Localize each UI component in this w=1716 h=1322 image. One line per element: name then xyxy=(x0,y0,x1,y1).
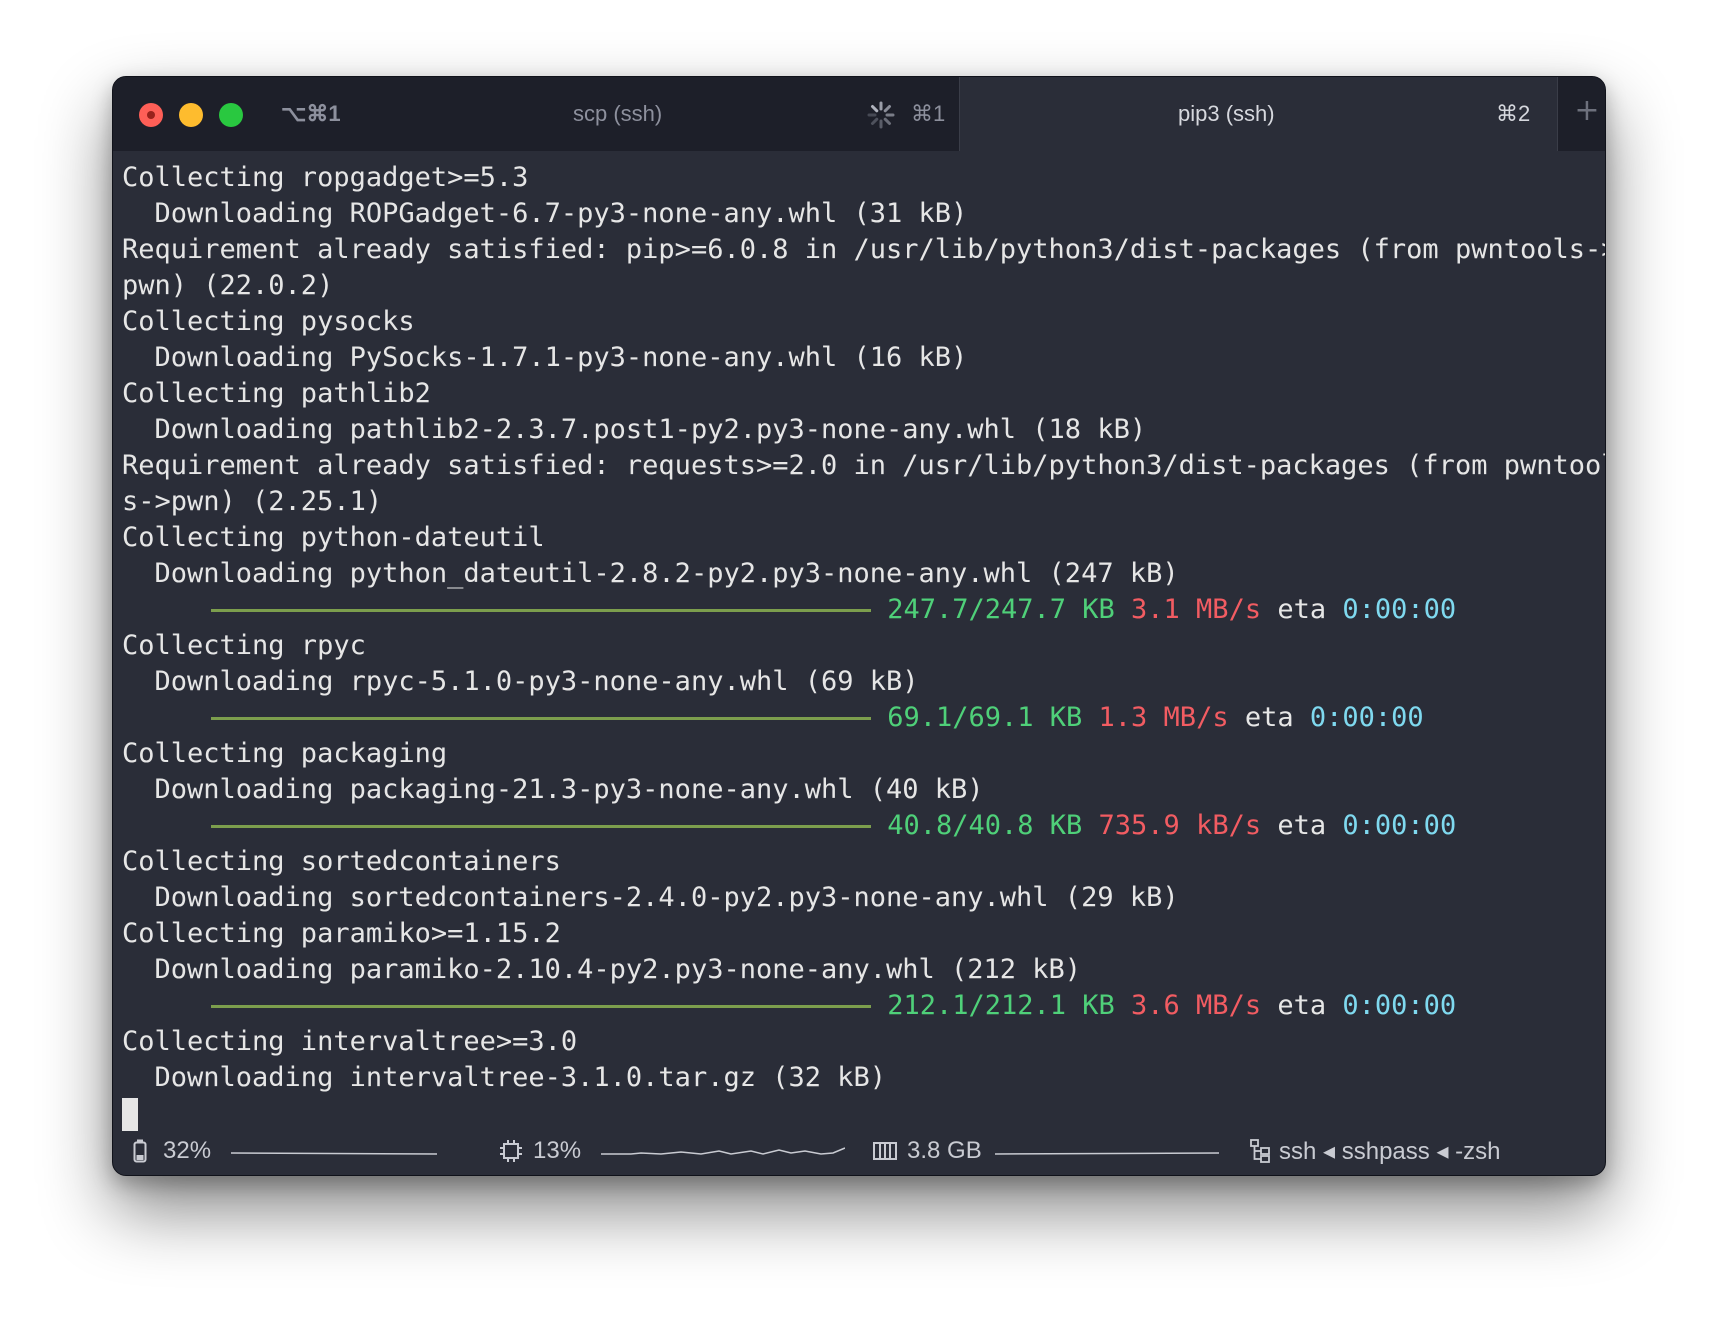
output-line: Downloading intervaltree-3.1.0.tar.gz (3… xyxy=(122,1062,887,1093)
tab-shortcut-right: ⌘1 xyxy=(911,101,946,126)
download-amount: 69.1/69.1 KB xyxy=(887,702,1083,733)
output-line: Collecting pysocks xyxy=(122,306,415,337)
memory-icon xyxy=(873,1142,897,1160)
memory-sparkline xyxy=(995,1152,1219,1155)
output-line: Requirement already satisfied: requests>… xyxy=(122,450,1606,481)
terminal-window: ⌥⌘1 scp (ssh) ⌘1 pip3 (ssh) ⌘2 + Collect… xyxy=(112,76,1606,1176)
output-line: Collecting ropgadget>=5.3 xyxy=(122,162,529,193)
output-line: Collecting packaging xyxy=(122,738,448,769)
tab-scp[interactable]: ⌥⌘1 scp (ssh) ⌘1 xyxy=(113,77,959,151)
output-line: Downloading paramiko-2.10.4-py2.py3-none… xyxy=(122,954,1082,985)
eta-value: 0:00:00 xyxy=(1342,594,1457,625)
download-amount: 40.8/40.8 KB xyxy=(887,810,1083,841)
eta-label: eta xyxy=(1277,594,1327,625)
activity-spinner-icon xyxy=(867,101,895,129)
download-speed: 735.9 kB/s xyxy=(1098,810,1262,841)
battery-icon xyxy=(133,1139,147,1163)
output-line: Downloading python_dateutil-2.8.2-py2.py… xyxy=(122,558,1179,589)
cpu-sparkline xyxy=(601,1147,845,1155)
progress-bar xyxy=(211,717,872,720)
memory-value: 3.8 GB xyxy=(907,1137,982,1164)
output-line: Downloading PySocks-1.7.1-py3-none-any.w… xyxy=(122,342,968,373)
progress-line: 247.7/247.7 KB 3.1 MB/s eta 0:00:00 xyxy=(122,592,1600,628)
cpu-icon xyxy=(500,1140,522,1162)
eta-label: eta xyxy=(1277,990,1327,1021)
new-tab-button[interactable]: + xyxy=(1573,96,1601,126)
download-speed: 1.3 MB/s xyxy=(1098,702,1229,733)
download-amount: 212.1/212.1 KB xyxy=(887,990,1115,1021)
tab-title: scp (ssh) xyxy=(573,101,663,126)
progress-bar xyxy=(211,1005,872,1008)
battery-value: 32% xyxy=(163,1137,212,1164)
eta-label: eta xyxy=(1244,702,1294,733)
output-line: Collecting intervaltree>=3.0 xyxy=(122,1026,578,1057)
process-tree-icon xyxy=(1250,1139,1270,1163)
terminal-output[interactable]: Collecting ropgadget>=5.3 Downloading RO… xyxy=(122,160,1606,1132)
output-line: pwn) (22.0.2) xyxy=(122,270,334,301)
download-speed: 3.6 MB/s xyxy=(1131,990,1262,1021)
output-line: Downloading sortedcontainers-2.4.0-py2.p… xyxy=(122,882,1179,913)
output-line: Downloading packaging-21.3-py3-none-any.… xyxy=(122,774,984,805)
output-line: Requirement already satisfied: pip>=6.0.… xyxy=(122,234,1606,265)
output-line: Collecting python-dateutil xyxy=(122,522,545,553)
progress-line: 69.1/69.1 KB 1.3 MB/s eta 0:00:00 xyxy=(122,700,1600,736)
eta-value: 0:00:00 xyxy=(1309,702,1424,733)
title-bar: ⌥⌘1 scp (ssh) ⌘1 pip3 (ssh) ⌘2 + xyxy=(113,77,1605,151)
progress-line: 40.8/40.8 KB 735.9 kB/s eta 0:00:00 xyxy=(122,808,1600,844)
eta-value: 0:00:00 xyxy=(1342,810,1457,841)
tab-title: pip3 (ssh) xyxy=(1178,101,1275,126)
output-line: Downloading ROPGadget-6.7-py3-none-any.w… xyxy=(122,198,968,229)
output-line: Collecting paramiko>=1.15.2 xyxy=(122,918,561,949)
job-chain: ssh ◂ sshpass ◂ -zsh xyxy=(1279,1138,1501,1165)
output-line: Downloading pathlib2-2.3.7.post1-py2.py3… xyxy=(122,414,1147,445)
output-line: Collecting sortedcontainers xyxy=(122,846,561,877)
eta-value: 0:00:00 xyxy=(1342,990,1457,1021)
tab-shortcut-right: ⌘2 xyxy=(1496,101,1531,126)
download-speed: 3.1 MB/s xyxy=(1131,594,1262,625)
progress-bar xyxy=(211,825,872,828)
output-line: Collecting rpyc xyxy=(122,630,366,661)
tab-shortcut-left: ⌥⌘1 xyxy=(281,101,341,126)
tab-pip3[interactable]: pip3 (ssh) ⌘2 xyxy=(959,77,1558,151)
output-line: s->pwn) (2.25.1) xyxy=(122,486,383,517)
status-bar: 32% 13% 3.8 GB ssh ◂ sshpass ◂ -zsh xyxy=(113,1127,1605,1175)
output-line: Collecting pathlib2 xyxy=(122,378,431,409)
eta-label: eta xyxy=(1277,810,1327,841)
progress-line: 212.1/212.1 KB 3.6 MB/s eta 0:00:00 xyxy=(122,988,1600,1024)
progress-bar xyxy=(211,609,872,612)
cpu-value: 13% xyxy=(533,1137,582,1164)
output-line: Downloading rpyc-5.1.0-py3-none-any.whl … xyxy=(122,666,919,697)
battery-sparkline xyxy=(231,1152,437,1155)
download-amount: 247.7/247.7 KB xyxy=(887,594,1115,625)
